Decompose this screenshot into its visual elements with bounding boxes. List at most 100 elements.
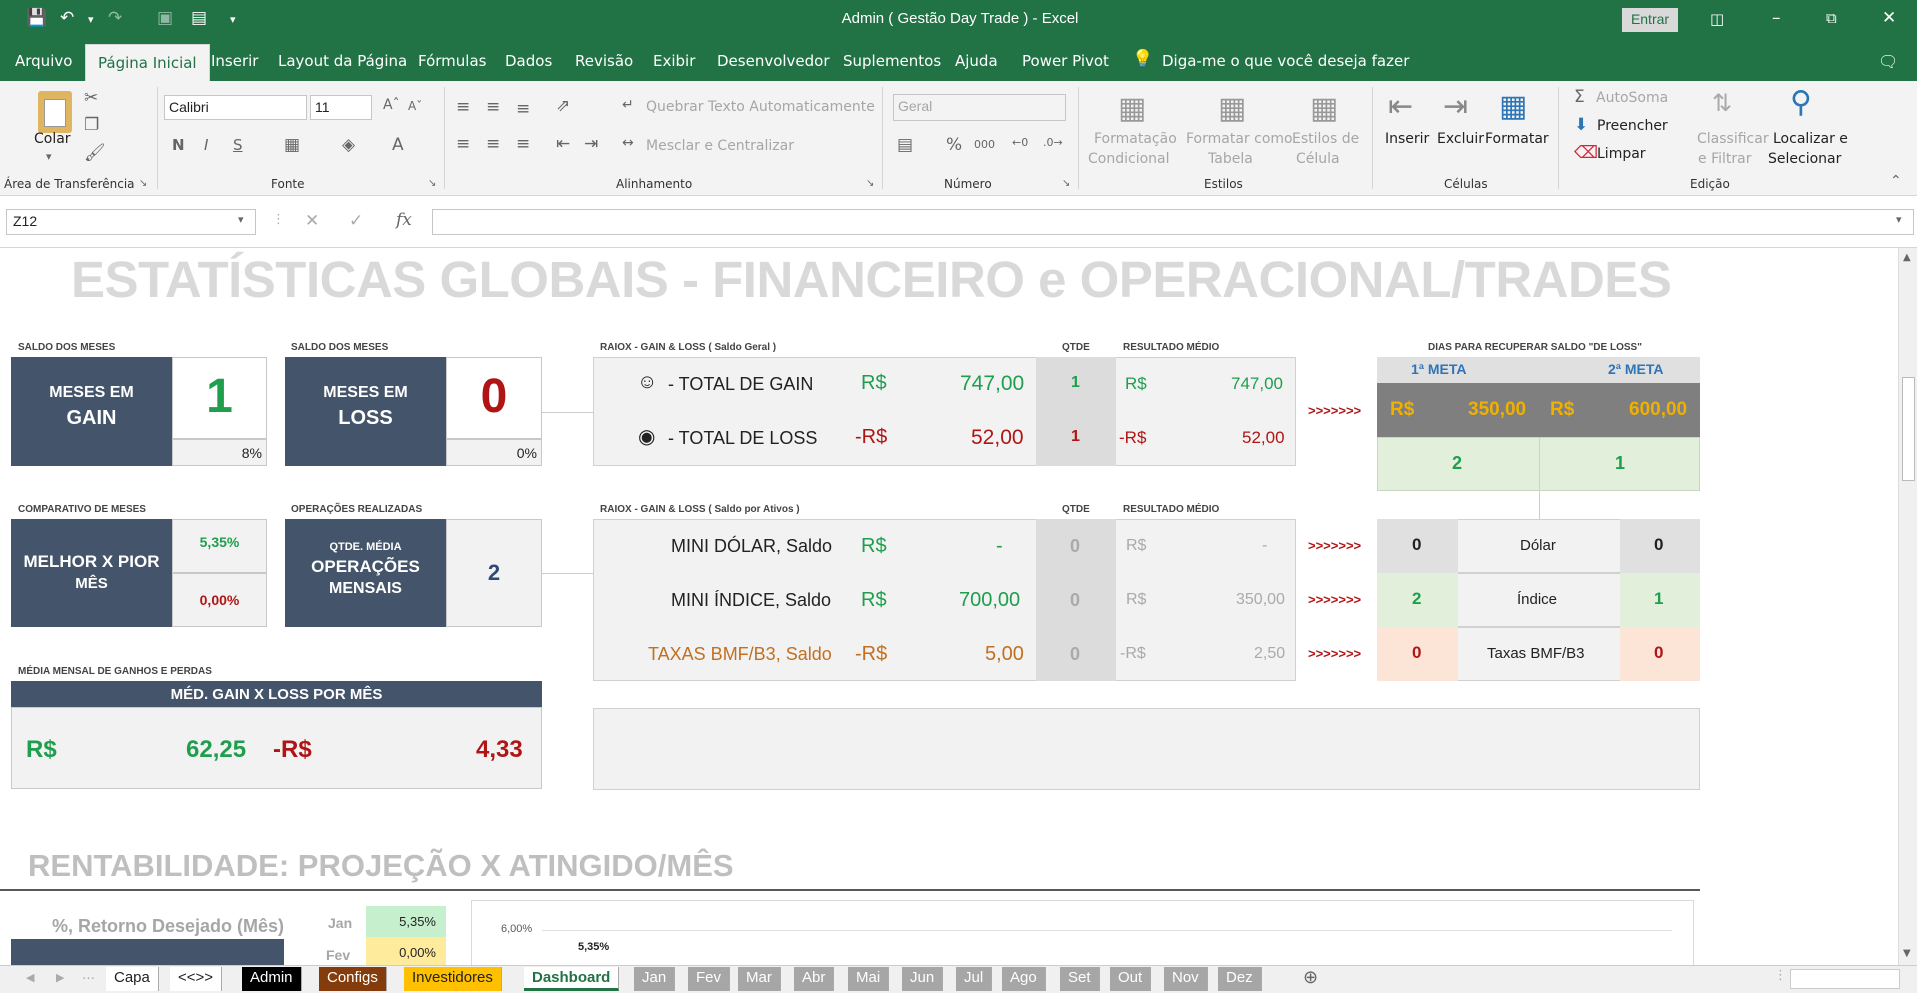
redo-icon[interactable]: ↷: [108, 8, 122, 28]
delete-cells-button[interactable]: Excluir: [1437, 131, 1484, 147]
undo-icon[interactable]: ↶: [60, 8, 74, 28]
orientation-icon[interactable]: ⇗: [556, 96, 570, 116]
enter-formula-icon[interactable]: ✓: [349, 211, 363, 231]
sheet-tab-fev[interactable]: Fev: [688, 967, 731, 991]
sheet-tab-mai[interactable]: Mai: [848, 967, 890, 991]
paste-button[interactable]: Colar: [34, 131, 71, 147]
collapse-ribbon-icon[interactable]: ⌃: [1890, 173, 1902, 189]
tab-suplementos[interactable]: Suplementos: [843, 52, 941, 70]
sheet-tab-ago[interactable]: Ago: [1002, 967, 1046, 991]
format-table-label-1[interactable]: Formatar como: [1186, 131, 1293, 147]
tab-desenvolvedor[interactable]: Desenvolvedor: [717, 52, 830, 70]
sheet-tab-jul[interactable]: Jul: [956, 967, 993, 991]
new-sheet-icon[interactable]: ⊕: [1303, 967, 1318, 988]
grow-font-icon[interactable]: Aˆ: [383, 97, 400, 113]
clear-icon[interactable]: ⌫: [1574, 143, 1598, 163]
sheet-tab-nav[interactable]: <<>>: [170, 967, 223, 991]
sheet-tab-jan[interactable]: Jan: [634, 967, 676, 991]
insert-cells-button[interactable]: Inserir: [1385, 131, 1429, 147]
copy-icon[interactable]: ❐: [84, 115, 99, 135]
sheet-tab-admin[interactable]: Admin: [242, 967, 302, 991]
formula-input[interactable]: [432, 209, 1914, 235]
tab-formulas[interactable]: Fórmulas: [418, 52, 486, 70]
decrease-decimal-icon[interactable]: .0→: [1043, 136, 1063, 149]
tab-dados[interactable]: Dados: [505, 52, 552, 70]
paste-icon[interactable]: [38, 91, 72, 133]
sort-filter-icon[interactable]: ⇅: [1712, 89, 1732, 117]
wrap-text-button[interactable]: Quebrar Texto Automaticamente: [646, 99, 875, 115]
fill-icon[interactable]: ⬇: [1574, 115, 1588, 135]
sheet-tab-nov[interactable]: Nov: [1164, 967, 1208, 991]
merge-center-icon[interactable]: ↔: [622, 135, 634, 151]
align-left-icon[interactable]: ≡: [456, 134, 470, 154]
decrease-indent-icon[interactable]: ⇤: [556, 134, 570, 154]
underline-button[interactable]: S: [233, 136, 243, 154]
comma-style-icon[interactable]: 000: [974, 138, 995, 151]
more-sheets-icon[interactable]: …: [82, 968, 95, 983]
sheet-tab-abr[interactable]: Abr: [794, 967, 835, 991]
name-box[interactable]: Z12: [6, 209, 256, 235]
percent-icon[interactable]: %: [946, 135, 962, 155]
number-launcher-icon[interactable]: ↘: [1062, 178, 1070, 189]
align-middle-icon[interactable]: ≡: [486, 97, 500, 117]
align-bottom-icon[interactable]: ≡: [516, 99, 530, 119]
format-cells-icon[interactable]: ▦: [1499, 89, 1527, 124]
restore-icon[interactable]: ⧉: [1826, 9, 1837, 27]
scroll-up-icon[interactable]: ▲: [1903, 252, 1911, 263]
form-icon[interactable]: ▤: [191, 8, 207, 28]
borders-icon[interactable]: ▦: [284, 135, 300, 155]
clear-button[interactable]: Limpar: [1597, 146, 1646, 162]
format-painter-icon[interactable]: 🖌: [84, 143, 106, 163]
increase-indent-icon[interactable]: ⇥: [584, 134, 598, 154]
sheet-tab-investidores[interactable]: Investidores: [404, 967, 502, 991]
tab-inserir[interactable]: Inserir: [211, 52, 258, 70]
cut-icon[interactable]: ✂: [84, 88, 98, 108]
sort-filter-label-2[interactable]: e Filtrar: [1698, 151, 1751, 167]
increase-decimal-icon[interactable]: ←0: [1012, 136, 1028, 149]
shrink-font-icon[interactable]: Aˇ: [408, 99, 422, 113]
sheet-tab-configs[interactable]: Configs: [319, 967, 387, 991]
cell-styles-icon[interactable]: ▦: [1310, 91, 1338, 126]
conditional-format-label-2[interactable]: Condicional: [1088, 151, 1169, 167]
camera-icon[interactable]: ▣: [157, 8, 173, 28]
sheet-tab-set[interactable]: Set: [1060, 967, 1100, 991]
minimize-icon[interactable]: –: [1772, 8, 1781, 28]
font-launcher-icon[interactable]: ↘: [428, 178, 436, 189]
ribbon-display-icon[interactable]: ◫: [1710, 10, 1724, 28]
italic-button[interactable]: I: [204, 136, 208, 154]
conditional-format-label-1[interactable]: Formatação: [1094, 131, 1177, 147]
align-right-icon[interactable]: ≡: [516, 134, 530, 154]
format-table-label-2[interactable]: Tabela: [1208, 151, 1253, 167]
worksheet[interactable]: ESTATÍSTICAS GLOBAIS - FINANCEIRO e OPER…: [0, 248, 1898, 965]
paste-dropdown-icon[interactable]: ▾: [46, 150, 52, 163]
sheet-tab-mar[interactable]: Mar: [738, 967, 781, 991]
autosum-button[interactable]: AutoSoma: [1596, 90, 1668, 106]
tab-layout[interactable]: Layout da Página: [278, 52, 407, 70]
next-sheet-icon[interactable]: ▶: [56, 971, 64, 984]
tab-arquivo[interactable]: Arquivo: [15, 52, 72, 70]
save-icon[interactable]: 💾: [26, 8, 47, 28]
find-select-label-2[interactable]: Selecionar: [1768, 151, 1841, 167]
tab-revisao[interactable]: Revisão: [575, 52, 633, 70]
sort-filter-label-1[interactable]: Classificar: [1697, 131, 1769, 147]
close-icon[interactable]: ✕: [1882, 8, 1896, 28]
undo-dropdown-icon[interactable]: ▾: [88, 13, 94, 26]
format-cells-button[interactable]: Formatar: [1485, 131, 1549, 147]
clipboard-launcher-icon[interactable]: ↘: [139, 178, 147, 189]
font-name-combo[interactable]: Calibri: [164, 95, 307, 120]
scroll-down-icon[interactable]: ▼: [1903, 948, 1911, 959]
accounting-format-icon[interactable]: ▤: [897, 135, 913, 155]
merge-center-button[interactable]: Mesclar e Centralizar: [646, 138, 794, 154]
delete-cells-icon[interactable]: ⇥: [1443, 89, 1468, 124]
tab-power-pivot[interactable]: Power Pivot: [1022, 52, 1109, 70]
number-format-combo[interactable]: Geral: [893, 94, 1066, 121]
find-select-label-1[interactable]: Localizar e: [1773, 131, 1848, 147]
scroll-thumb[interactable]: [1902, 377, 1915, 481]
sheet-tab-dashboard[interactable]: Dashboard: [524, 967, 620, 991]
alignment-launcher-icon[interactable]: ↘: [866, 178, 874, 189]
tab-ajuda[interactable]: Ajuda: [955, 52, 998, 70]
find-select-icon[interactable]: ⚲: [1790, 85, 1812, 120]
format-table-icon[interactable]: ▦: [1218, 91, 1246, 126]
bold-button[interactable]: N: [172, 136, 185, 154]
insert-function-button[interactable]: fx: [396, 210, 412, 230]
